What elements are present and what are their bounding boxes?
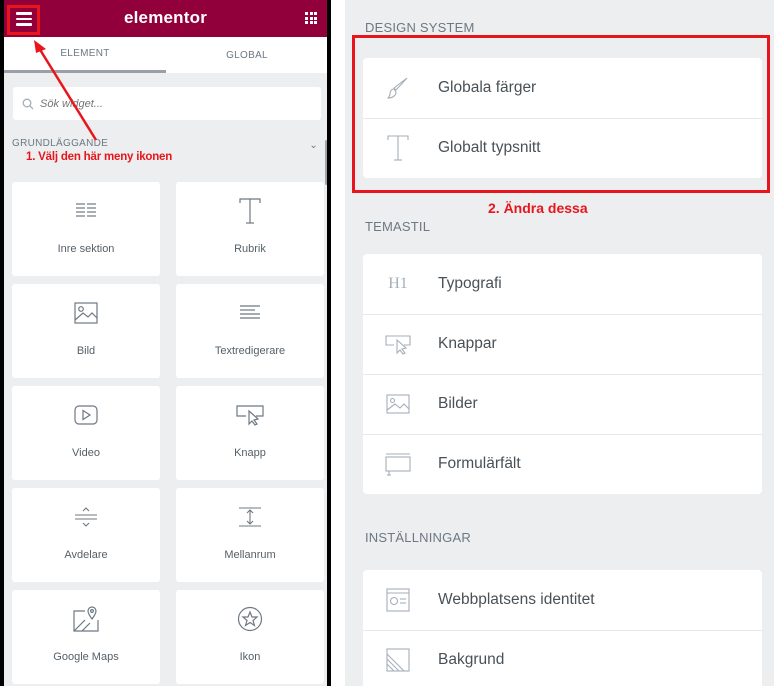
- menu-item-label: Bakgrund: [438, 651, 505, 668]
- scrollbar[interactable]: [325, 140, 327, 185]
- image-icon: [12, 298, 160, 328]
- widget-label: Video: [72, 447, 100, 459]
- widget-icon[interactable]: Ikon: [176, 590, 324, 684]
- site-identity-icon: [385, 586, 411, 614]
- section-title-design-system: DESIGN SYSTEM: [365, 20, 475, 35]
- widget-text-editor[interactable]: Textredigerare: [176, 284, 324, 378]
- heading-icon: [176, 196, 324, 226]
- elementor-panel: elementor ELEMENT GLOBAL GRUNDLÄGGANDE ⌄: [0, 0, 331, 686]
- widget-video[interactable]: Video: [12, 386, 160, 480]
- widget-label: Mellanrum: [224, 549, 276, 561]
- widget-divider[interactable]: Avdelare: [12, 488, 160, 582]
- search-box: [13, 87, 321, 120]
- apps-grid-icon[interactable]: [305, 12, 317, 24]
- image-icon: [385, 390, 411, 418]
- widget-label: Rubrik: [234, 243, 266, 255]
- widget-button[interactable]: Knapp: [176, 386, 324, 480]
- menu-item-form-fields[interactable]: Formulärfält: [363, 434, 762, 494]
- star-icon: [176, 604, 324, 634]
- widget-label: Ikon: [239, 651, 261, 663]
- widget-heading[interactable]: Rubrik: [176, 182, 324, 276]
- widget-google-maps[interactable]: Google Maps: [12, 590, 160, 684]
- text-editor-icon: [176, 298, 324, 328]
- menu-item-images[interactable]: Bilder: [363, 374, 762, 434]
- menu-item-site-identity[interactable]: Webbplatsens identitet: [363, 570, 762, 630]
- menu-item-typography[interactable]: H1 Typografi: [363, 254, 762, 314]
- background-icon: [385, 646, 411, 674]
- category-title: GRUNDLÄGGANDE: [12, 138, 109, 149]
- inner-section-icon: [12, 196, 160, 226]
- chevron-down-icon[interactable]: ⌄: [309, 140, 318, 151]
- spacer-icon: [176, 502, 324, 532]
- widget-inner-section[interactable]: Inre sektion: [12, 182, 160, 276]
- search-input[interactable]: [40, 97, 300, 110]
- map-icon: [12, 604, 160, 634]
- theme-style-card: H1 Typografi Knappar Bilder Formulärfält: [363, 254, 762, 494]
- widget-label: Textredigerare: [214, 345, 286, 357]
- menu-item-label: Formulärfält: [438, 455, 521, 472]
- panel-tabs: ELEMENT GLOBAL: [4, 37, 327, 73]
- button-cursor-icon: [385, 330, 411, 358]
- widget-spacer[interactable]: Mellanrum: [176, 488, 324, 582]
- h1-icon: H1: [388, 275, 408, 292]
- menu-item-label: Typografi: [438, 275, 502, 292]
- menu-item-background[interactable]: Bakgrund: [363, 630, 762, 686]
- widget-label: Knapp: [234, 447, 266, 459]
- panel-header: elementor: [4, 0, 327, 37]
- form-field-icon: [385, 450, 411, 478]
- annotation-step-1: 1. Välj den här meny ikonen: [26, 151, 173, 163]
- annotation-step-2: 2. Ändra dessa: [488, 200, 588, 216]
- widget-label: Avdelare: [64, 549, 108, 561]
- brand-logo: elementor: [123, 8, 208, 27]
- tab-element[interactable]: ELEMENT: [4, 37, 166, 73]
- settings-card: Webbplatsens identitet Bakgrund: [363, 570, 762, 686]
- widget-label: Bild: [76, 345, 96, 357]
- menu-item-buttons[interactable]: Knappar: [363, 314, 762, 374]
- tab-global[interactable]: GLOBAL: [166, 37, 327, 73]
- annotation-highlight-box: [352, 35, 770, 193]
- widget-image[interactable]: Bild: [12, 284, 160, 378]
- video-icon: [12, 400, 160, 430]
- section-title-settings: INSTÄLLNINGAR: [365, 530, 471, 545]
- panel-inner: elementor ELEMENT GLOBAL GRUNDLÄGGANDE ⌄: [4, 0, 327, 686]
- annotation-highlight-box: [7, 5, 40, 35]
- widget-label: Inre sektion: [57, 243, 115, 255]
- button-icon: [176, 400, 324, 430]
- divider-icon: [12, 502, 160, 532]
- widget-label: Google Maps: [53, 651, 119, 663]
- menu-item-label: Webbplatsens identitet: [438, 591, 595, 608]
- section-title-theme-style: TEMASTIL: [365, 219, 431, 234]
- menu-item-label: Knappar: [438, 335, 497, 352]
- menu-item-label: Bilder: [438, 395, 478, 412]
- search-icon: [22, 98, 34, 109]
